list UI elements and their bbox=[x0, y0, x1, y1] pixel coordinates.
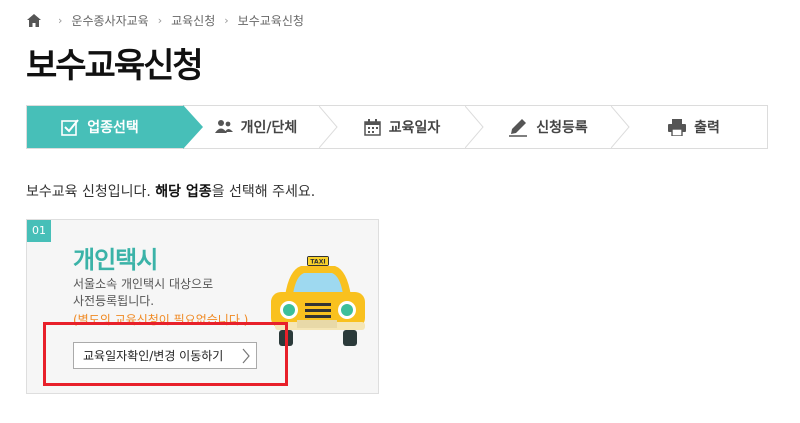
intro-text-bold: 해당 업종 bbox=[155, 184, 212, 200]
card-description: 서울소속 개인택시 대상으로 사전등록됩니다. bbox=[73, 276, 273, 310]
breadcrumb: › 운수종사자교육 › 교육신청 › 보수교육신청 bbox=[27, 12, 304, 29]
page-title: 보수교육신청 bbox=[26, 46, 204, 86]
pencil-icon bbox=[508, 117, 528, 137]
users-icon bbox=[214, 119, 233, 135]
intro-text: 보수교육 신청입니다. 해당 업종을 선택해 주세요. bbox=[26, 181, 315, 201]
breadcrumb-item-current: 보수교육신청 bbox=[237, 14, 304, 28]
card-description-line: 서울소속 개인택시 대상으로 bbox=[73, 277, 214, 291]
card-title: 개인택시 bbox=[73, 246, 158, 274]
step-indicator: 업종선택 개인/단체 교육일자 신청등록 출력 bbox=[26, 105, 768, 149]
printer-icon bbox=[668, 118, 687, 136]
breadcrumb-separator: › bbox=[224, 14, 229, 27]
step-label: 신청등록 bbox=[536, 120, 588, 136]
card-number-badge: 01 bbox=[27, 220, 51, 242]
step-industry-select: 업종선택 bbox=[27, 105, 203, 149]
intro-text-post: 을 선택해 주세요. bbox=[211, 184, 316, 200]
breadcrumb-item[interactable]: 운수종사자교육 bbox=[71, 12, 148, 29]
card-description-line: 사전등록됩니다. bbox=[73, 294, 155, 308]
step-edu-date: 교육일자 bbox=[329, 106, 484, 148]
step-label: 출력 bbox=[694, 120, 720, 136]
step-label: 교육일자 bbox=[388, 120, 441, 136]
step-divider bbox=[611, 106, 630, 148]
step-label: 업종선택 bbox=[87, 120, 139, 136]
home-icon[interactable] bbox=[27, 14, 41, 27]
step-label: 개인/단체 bbox=[240, 120, 298, 136]
breadcrumb-item[interactable]: 교육신청 bbox=[171, 12, 215, 29]
step-print: 출력 bbox=[621, 106, 767, 148]
card-note: (별도의 교육신청이 필요없습니다.) bbox=[73, 313, 249, 327]
checkbox-icon bbox=[61, 118, 80, 136]
step-individual-group: 개인/단체 bbox=[183, 106, 338, 148]
step-divider bbox=[319, 106, 338, 148]
industry-card-taxi[interactable]: 01 개인택시 서울소속 개인택시 대상으로 사전등록됩니다. (별도의 교육신… bbox=[26, 219, 379, 394]
taxi-sign-text: TAXI bbox=[310, 259, 325, 266]
breadcrumb-separator: › bbox=[157, 14, 163, 27]
edu-date-change-button[interactable]: 교육일자확인/변경 이동하기 bbox=[73, 342, 257, 369]
calendar-icon bbox=[363, 118, 381, 136]
intro-text-pre: 보수교육 신청입니다. bbox=[26, 184, 156, 200]
button-label: 교육일자확인/변경 이동하기 bbox=[83, 349, 224, 363]
breadcrumb-separator: › bbox=[58, 14, 63, 27]
step-register: 신청등록 bbox=[475, 106, 630, 148]
chevron-right-icon bbox=[242, 348, 250, 364]
step-divider bbox=[465, 106, 484, 148]
taxi-icon: TAXI bbox=[271, 256, 365, 346]
